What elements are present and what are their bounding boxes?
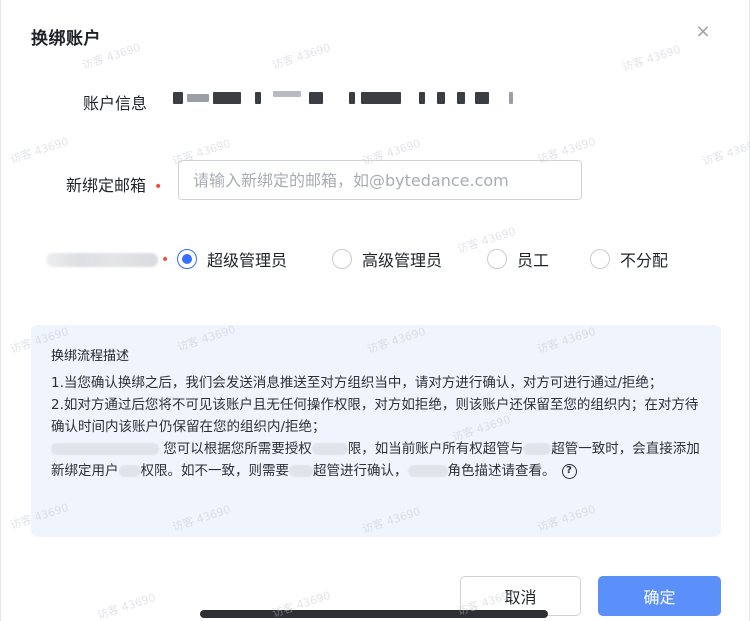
- rebind-process-description: 换绑流程描述 1.当您确认换绑之后，我们会发送消息推送至对方组织当中，请对方进行…: [31, 325, 721, 537]
- radio-super-admin[interactable]: 超级管理员: [177, 247, 287, 271]
- help-question-icon[interactable]: ?: [561, 463, 577, 479]
- required-mark: •: [161, 252, 170, 268]
- horizontal-scrollbar[interactable]: [200, 610, 548, 618]
- dialog-title: 换绑账户: [31, 29, 101, 49]
- watermark: 访客 43690: [95, 590, 158, 621]
- close-icon[interactable]: ×: [693, 22, 713, 42]
- radio-senior-admin[interactable]: 高级管理员: [332, 247, 442, 271]
- watermark: 访客 43690: [620, 42, 683, 75]
- radio-employee[interactable]: 员工: [487, 247, 549, 271]
- account-info-value-redacted: [169, 88, 519, 110]
- radio-checked-icon: [177, 249, 197, 269]
- description-line-3: 您可以根据您所需要授权 限，如当前账户所有权超管与 超管一致时，会直接添加新绑定用户…: [51, 441, 700, 479]
- radio-unassigned[interactable]: 不分配: [590, 247, 668, 271]
- new-email-label: 新绑定邮箱 •: [66, 176, 163, 195]
- description-line-1: 1.当您确认换绑之后，我们会发送消息推送至对方组织当中，请对方进行确认，对方可进…: [51, 375, 663, 391]
- required-mark: •: [154, 179, 163, 195]
- radio-unchecked-icon: [332, 249, 352, 269]
- radio-unchecked-icon: [590, 249, 610, 269]
- account-info-label: 账户信息: [83, 94, 148, 113]
- watermark: 访客 43690: [270, 40, 333, 73]
- rebind-account-dialog: 换绑账户 × 账户信息 新绑定邮箱• • 超级管理员 高级管理员: [0, 0, 750, 621]
- description-title: 换绑流程描述: [51, 349, 130, 364]
- watermark: 访客 43690: [8, 134, 71, 167]
- new-email-input[interactable]: [178, 160, 582, 200]
- confirm-button[interactable]: 确定: [598, 576, 721, 616]
- radio-unchecked-icon: [487, 249, 507, 269]
- role-label-redacted: [46, 250, 158, 268]
- description-line-2: 2.如对方通过后您将不可见该账户且无任何操作权限，对方如拒绝，则该账户还保留至您…: [51, 397, 699, 435]
- watermark: 访客 43690: [700, 136, 750, 169]
